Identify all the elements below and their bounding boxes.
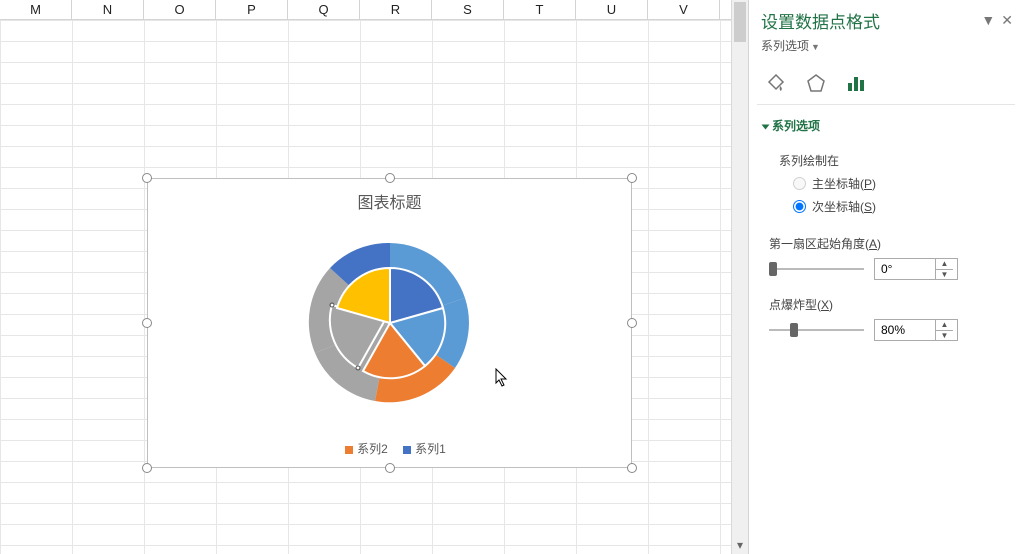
column-header[interactable]: R xyxy=(360,0,432,19)
panel-title: 设置数据点格式 xyxy=(761,8,880,33)
start-angle-spinner[interactable]: ▲▼ xyxy=(874,258,958,280)
point-explosion-label: 点爆炸型(X) xyxy=(769,296,1007,313)
vertical-scrollbar[interactable]: ▴ ▾ xyxy=(731,0,748,554)
resize-handle[interactable] xyxy=(627,173,637,183)
column-header[interactable]: T xyxy=(504,0,576,19)
spreadsheet-area: MNOPQRSTUV 图表标题 xyxy=(0,0,748,554)
series-options-tab-icon[interactable] xyxy=(845,72,867,94)
column-header-row: MNOPQRSTUV xyxy=(0,0,748,20)
primary-axis-radio[interactable]: 主坐标轴(P) xyxy=(793,175,1007,192)
chart-title[interactable]: 图表标题 xyxy=(148,189,631,213)
legend-label: 系列2 xyxy=(357,442,388,456)
chevron-down-icon: ▼ xyxy=(811,42,820,52)
primary-axis-label: 主坐标轴(P) xyxy=(812,175,876,192)
secondary-axis-radio[interactable]: 次坐标轴(S) xyxy=(793,198,1007,215)
legend-label: 系列1 xyxy=(415,442,446,456)
spin-up-icon[interactable]: ▲ xyxy=(936,320,953,331)
panel-subtitle[interactable]: 系列选项▼ xyxy=(761,37,1013,54)
chart-legend[interactable]: 系列2 系列1 xyxy=(148,440,631,457)
column-header[interactable]: V xyxy=(648,0,720,19)
point-explosion-input[interactable] xyxy=(875,320,935,340)
panel-dropdown-icon[interactable]: ▼ xyxy=(981,12,995,29)
embedded-chart[interactable]: 图表标题 xyxy=(147,178,632,468)
spin-up-icon[interactable]: ▲ xyxy=(936,259,953,270)
resize-handle[interactable] xyxy=(627,463,637,473)
primary-axis-radio-input[interactable] xyxy=(793,177,806,190)
legend-swatch xyxy=(403,446,411,454)
section-title-label: 系列选项 xyxy=(772,119,820,133)
resize-handle[interactable] xyxy=(142,318,152,328)
plot-on-label: 系列绘制在 xyxy=(779,152,1007,169)
scroll-thumb[interactable] xyxy=(734,2,746,42)
column-header[interactable]: P xyxy=(216,0,288,19)
slider-thumb[interactable] xyxy=(790,323,798,337)
series-options-section-header[interactable]: 系列选项 xyxy=(763,117,1007,134)
column-header[interactable]: U xyxy=(576,0,648,19)
column-header[interactable]: M xyxy=(0,0,72,19)
legend-swatch xyxy=(345,446,353,454)
resize-handle[interactable] xyxy=(142,173,152,183)
column-header[interactable]: S xyxy=(432,0,504,19)
effects-tab-icon[interactable] xyxy=(805,72,827,94)
scroll-down-icon[interactable]: ▾ xyxy=(732,537,748,554)
point-explosion-slider[interactable] xyxy=(769,320,864,340)
start-angle-label: 第一扇区起始角度(A) xyxy=(769,235,1007,252)
pie-chart[interactable] xyxy=(305,238,475,408)
secondary-axis-radio-input[interactable] xyxy=(793,200,806,213)
column-header[interactable]: Q xyxy=(288,0,360,19)
point-explosion-spinner[interactable]: ▲▼ xyxy=(874,319,958,341)
fill-tab-icon[interactable] xyxy=(765,72,787,94)
spin-down-icon[interactable]: ▼ xyxy=(936,270,953,280)
cursor-icon xyxy=(495,368,511,388)
secondary-axis-label: 次坐标轴(S) xyxy=(812,198,876,215)
column-header[interactable]: N xyxy=(72,0,144,19)
resize-handle[interactable] xyxy=(385,173,395,183)
column-header[interactable]: O xyxy=(144,0,216,19)
close-icon[interactable]: ✕ xyxy=(1001,12,1013,29)
resize-handle[interactable] xyxy=(627,318,637,328)
panel-subtitle-label: 系列选项 xyxy=(761,39,809,53)
slider-thumb[interactable] xyxy=(769,262,777,276)
cell-grid[interactable]: 图表标题 xyxy=(0,20,748,554)
panel-tab-row xyxy=(749,58,1023,104)
start-angle-slider[interactable] xyxy=(769,259,864,279)
format-data-point-panel: 设置数据点格式 ▼ ✕ 系列选项▼ 系列选项 系列绘制在 主坐标轴(P) xyxy=(748,0,1023,554)
resize-handle[interactable] xyxy=(142,463,152,473)
expand-icon xyxy=(762,124,770,129)
spin-down-icon[interactable]: ▼ xyxy=(936,331,953,341)
resize-handle[interactable] xyxy=(385,463,395,473)
start-angle-input[interactable] xyxy=(875,259,935,279)
